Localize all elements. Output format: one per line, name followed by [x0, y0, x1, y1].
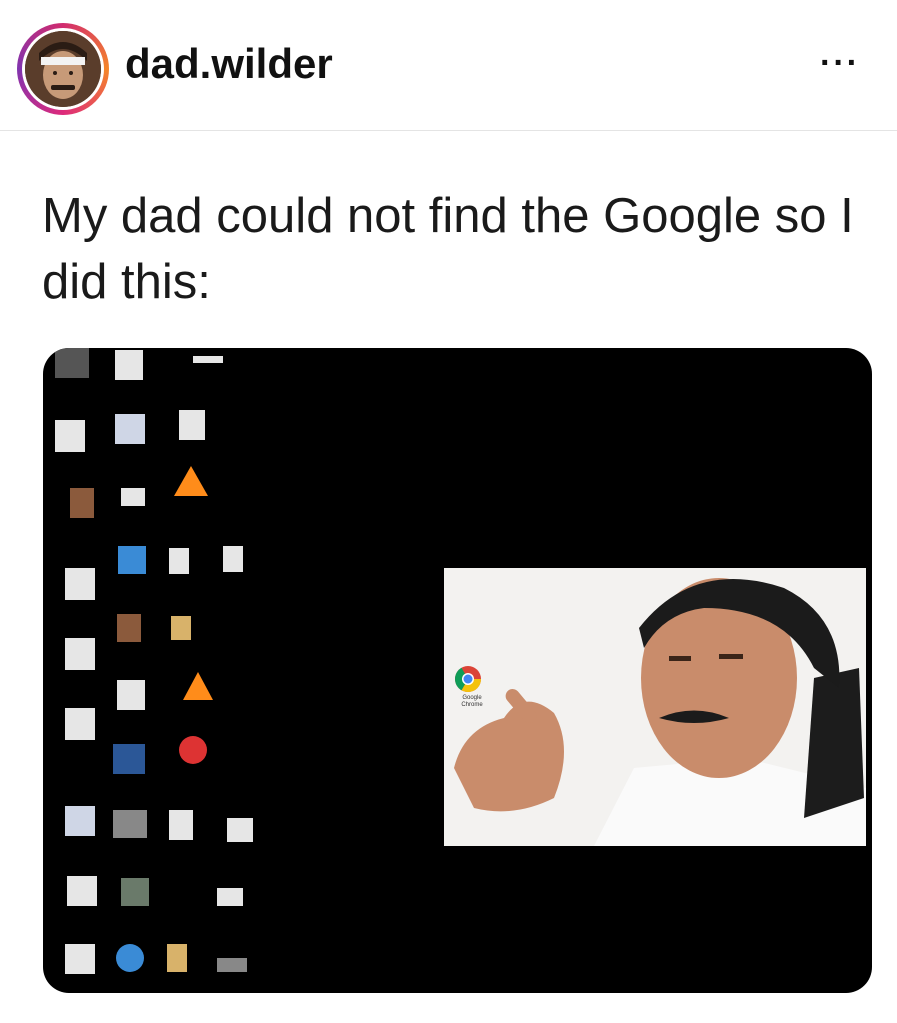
avatar-photo	[25, 31, 101, 107]
avatar-frame	[22, 28, 104, 110]
post-header: dad.wilder ···	[0, 0, 897, 131]
chrome-label: Google Chrome	[461, 695, 483, 708]
avatar-face-icon	[25, 31, 101, 107]
chrome-icon[interactable]	[454, 665, 482, 693]
username[interactable]: dad.wilder	[125, 40, 333, 88]
pointing-man-icon	[444, 568, 866, 846]
desktop-screenshot: Google Chrome	[43, 348, 872, 993]
post-caption: My dad could not find the Google so I di…	[42, 189, 854, 309]
overlay-photo: Google Chrome	[444, 568, 866, 846]
more-options-icon[interactable]: ···	[820, 44, 860, 83]
avatar[interactable]	[17, 23, 109, 115]
